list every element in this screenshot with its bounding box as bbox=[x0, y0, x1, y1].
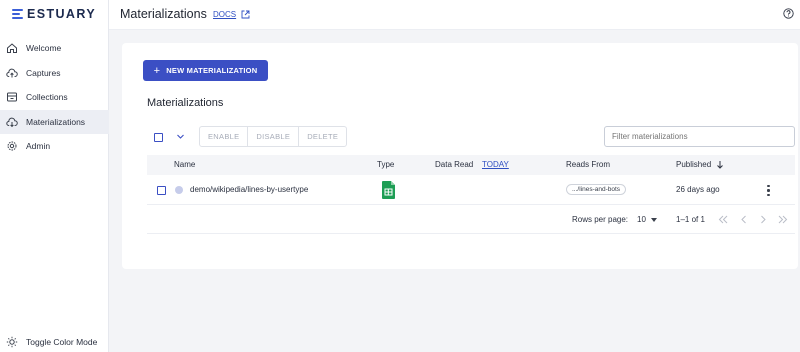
materializations-card: + NEW MATERIALIZATION Materializations E… bbox=[122, 43, 798, 269]
sidebar-nav: Welcome Captures Collections Materializa… bbox=[0, 36, 109, 159]
previous-page-icon[interactable] bbox=[740, 215, 748, 224]
section-title: Materializations bbox=[147, 97, 224, 109]
column-published-label: Published bbox=[676, 160, 712, 169]
cloud-upload-icon bbox=[6, 67, 18, 79]
column-published[interactable]: Published bbox=[676, 160, 724, 169]
today-link[interactable]: TODAY bbox=[482, 160, 509, 169]
bulk-actions: ENABLE DISABLE DELETE bbox=[199, 126, 348, 147]
enable-button[interactable]: ENABLE bbox=[200, 127, 249, 146]
sidebar-item-label: Admin bbox=[26, 141, 51, 152]
plus-icon: + bbox=[153, 64, 161, 77]
more-options-icon[interactable] bbox=[767, 185, 770, 196]
table-header: Name Type Data Read TODAY Reads From Pub… bbox=[147, 155, 795, 175]
sidebar-item-collections[interactable]: Collections bbox=[0, 85, 109, 110]
column-data-read: Data Read bbox=[435, 160, 474, 169]
table-row[interactable]: demo/wikipedia/lines-by-usertype .../lin… bbox=[147, 175, 795, 205]
new-materialization-button[interactable]: + NEW MATERIALIZATION bbox=[143, 60, 268, 81]
home-icon bbox=[6, 42, 18, 54]
sidebar-item-label: Collections bbox=[26, 92, 68, 103]
brand-name: ESTUARY bbox=[27, 7, 97, 21]
disable-button[interactable]: DISABLE bbox=[248, 127, 300, 146]
brand-logo[interactable]: ESTUARY bbox=[12, 7, 96, 21]
external-link-icon bbox=[241, 10, 250, 19]
column-reads-from[interactable]: Reads From bbox=[566, 160, 610, 169]
sidebar-item-materializations[interactable]: Materializations bbox=[0, 109, 109, 134]
reads-from-chip[interactable]: .../lines-and-bots bbox=[566, 184, 627, 195]
top-bar: Materializations DOCS bbox=[109, 0, 800, 30]
caret-down-icon bbox=[650, 217, 657, 222]
cloud-download-icon bbox=[6, 116, 18, 128]
filter-input[interactable] bbox=[604, 126, 795, 147]
sidebar-item-label: Welcome bbox=[26, 43, 62, 54]
rows-per-page-value: 10 bbox=[637, 215, 646, 224]
next-page-icon[interactable] bbox=[759, 215, 767, 224]
toggle-color-mode[interactable]: Toggle Color Mode bbox=[6, 336, 97, 348]
estuary-logo-icon bbox=[12, 8, 23, 20]
rows-per-page-label: Rows per page: bbox=[572, 215, 629, 224]
pagination: Rows per page: 10 1–1 of 1 bbox=[147, 206, 795, 234]
published-date: 26 days ago bbox=[676, 185, 720, 194]
toggle-color-mode-label: Toggle Color Mode bbox=[26, 337, 98, 347]
sidebar-item-captures[interactable]: Captures bbox=[0, 61, 109, 86]
sidebar-item-label: Materializations bbox=[26, 116, 86, 127]
page-range: 1–1 of 1 bbox=[676, 215, 705, 224]
page-title: Materializations bbox=[120, 7, 207, 21]
status-dot bbox=[175, 186, 183, 194]
rows-per-page-select[interactable]: 10 bbox=[637, 215, 657, 224]
sidebar-item-admin[interactable]: Admin bbox=[0, 134, 109, 159]
chevron-down-icon[interactable] bbox=[176, 132, 185, 141]
materialization-name[interactable]: demo/wikipedia/lines-by-usertype bbox=[190, 185, 308, 194]
docs-link[interactable]: DOCS bbox=[213, 10, 250, 19]
delete-button[interactable]: DELETE bbox=[299, 127, 346, 146]
sidebar-item-welcome[interactable]: Welcome bbox=[0, 36, 109, 61]
arrow-down-icon bbox=[717, 161, 723, 169]
first-page-icon[interactable] bbox=[718, 215, 728, 224]
sidebar: ESTUARY Welcome Captures Collections Mat… bbox=[0, 0, 109, 352]
last-page-icon[interactable] bbox=[778, 215, 788, 224]
sidebar-item-label: Captures bbox=[26, 67, 61, 78]
sun-icon bbox=[6, 336, 18, 348]
collections-icon bbox=[6, 91, 18, 103]
new-materialization-label: NEW MATERIALIZATION bbox=[166, 66, 258, 75]
row-checkbox[interactable] bbox=[157, 186, 166, 195]
help-circle-icon[interactable] bbox=[783, 8, 794, 19]
column-type[interactable]: Type bbox=[377, 160, 394, 169]
select-all-checkbox[interactable] bbox=[154, 133, 163, 142]
docs-link-label: DOCS bbox=[213, 10, 237, 19]
gear-icon bbox=[6, 140, 18, 152]
column-name[interactable]: Name bbox=[174, 160, 195, 169]
google-sheets-icon bbox=[382, 181, 395, 199]
